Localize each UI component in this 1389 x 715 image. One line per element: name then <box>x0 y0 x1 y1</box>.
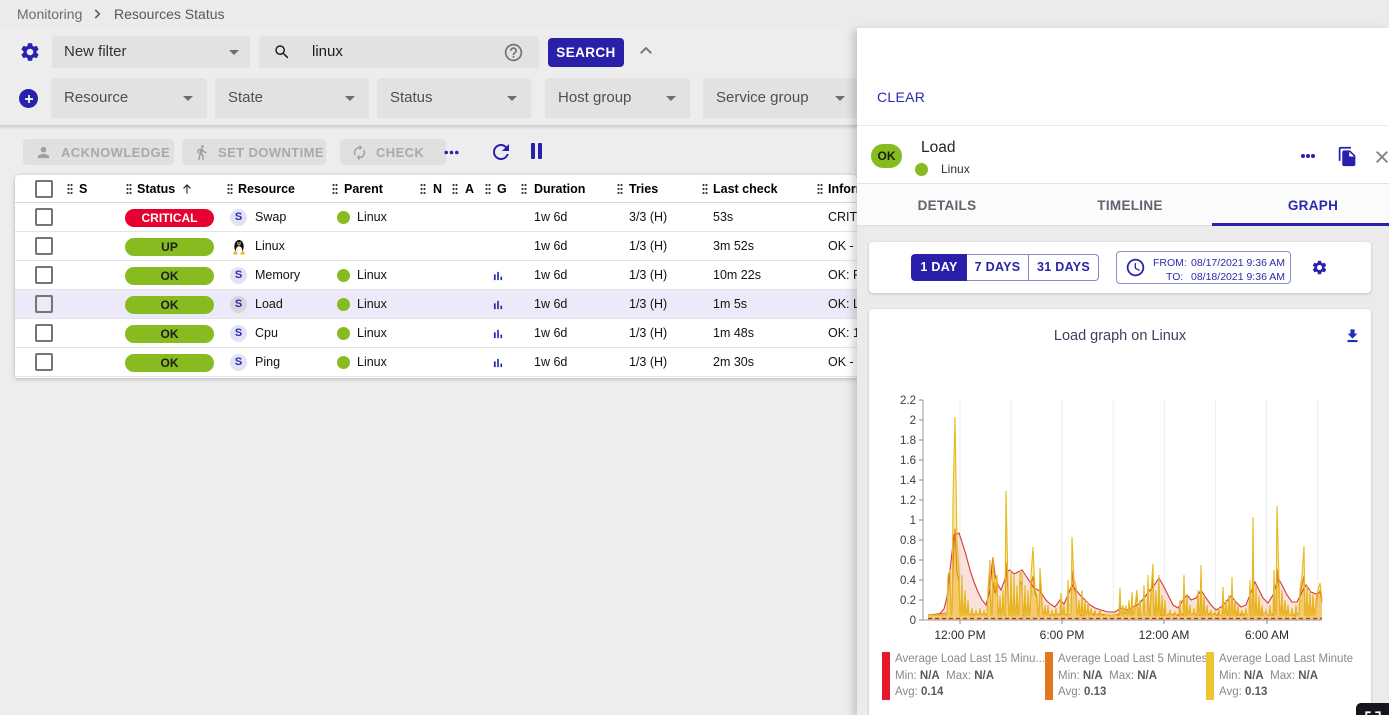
svg-text:0.4: 0.4 <box>900 575 917 587</box>
svg-text:1.4: 1.4 <box>900 475 917 487</box>
svg-text:0.2: 0.2 <box>900 595 916 607</box>
svg-text:1.6: 1.6 <box>900 455 916 467</box>
svg-text:2.2: 2.2 <box>900 395 916 407</box>
svg-text:2: 2 <box>910 415 916 427</box>
svg-text:0.6: 0.6 <box>900 555 916 567</box>
svg-text:1.8: 1.8 <box>900 435 916 447</box>
svg-text:12:00 AM: 12:00 AM <box>1139 628 1190 642</box>
svg-text:6:00 PM: 6:00 PM <box>1040 628 1085 642</box>
svg-text:1.2: 1.2 <box>900 495 916 507</box>
svg-text:6:00 AM: 6:00 AM <box>1245 628 1289 642</box>
svg-text:12:00 PM: 12:00 PM <box>934 628 985 642</box>
svg-text:1: 1 <box>910 515 916 527</box>
svg-text:0: 0 <box>910 615 916 627</box>
svg-text:0.8: 0.8 <box>900 535 916 547</box>
